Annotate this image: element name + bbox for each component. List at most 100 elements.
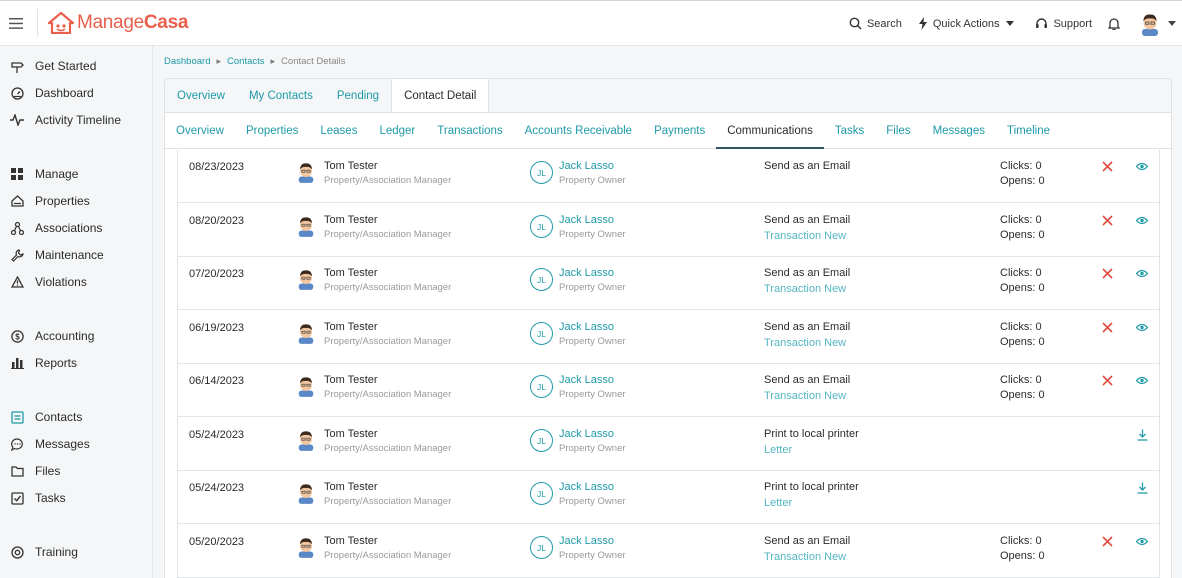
contact-name-link[interactable]: Jack Lasso <box>559 160 614 172</box>
sidebar-item-files[interactable]: Files <box>0 461 152 481</box>
top-bar: ManageCasa Search Quick Actions Support <box>0 0 1182 46</box>
headset-icon <box>1036 18 1048 28</box>
close-icon[interactable] <box>1100 320 1114 334</box>
user-menu-button[interactable] <box>1139 12 1176 36</box>
sidebar-item-violations[interactable]: Violations <box>0 272 152 292</box>
delivery-method: Send as an Email <box>764 374 851 386</box>
tab-messages[interactable]: Messages <box>922 113 996 148</box>
clicks-count: Clicks: 0 <box>1000 214 1042 226</box>
tab-transactions[interactable]: Transactions <box>426 113 513 148</box>
download-icon[interactable] <box>1135 481 1149 495</box>
sidebar-item-training[interactable]: Training <box>0 542 152 562</box>
contact-role: Property Owner <box>559 229 626 240</box>
sidebar-item-messages[interactable]: Messages <box>0 434 152 454</box>
tab-files[interactable]: Files <box>875 113 921 148</box>
quick-actions-button[interactable]: Quick Actions <box>918 17 1020 30</box>
tab-overview[interactable]: Overview <box>165 113 235 148</box>
tab-leases[interactable]: Leases <box>309 113 368 148</box>
tab-pending[interactable]: Pending <box>325 79 391 112</box>
avatar <box>296 161 316 186</box>
notifications-button[interactable] <box>1108 17 1125 30</box>
delivery-method: Print to local printer <box>764 428 859 440</box>
sender-role: Property/Association Manager <box>324 496 452 507</box>
eye-icon[interactable] <box>1135 159 1149 173</box>
sidebar-item-tasks[interactable]: Tasks <box>0 488 152 508</box>
sidebar-item-label: Get Started <box>35 59 97 73</box>
tab-contact-detail[interactable]: Contact Detail <box>391 79 490 113</box>
sidebar-item-reports[interactable]: Reports <box>0 353 152 373</box>
contact-name-link[interactable]: Jack Lasso <box>559 481 614 493</box>
avatar <box>296 215 316 240</box>
tab-overview[interactable]: Overview <box>165 79 237 112</box>
tab-ledger[interactable]: Ledger <box>368 113 426 148</box>
eye-icon[interactable] <box>1135 534 1149 548</box>
contacts-icon <box>10 410 24 424</box>
close-icon[interactable] <box>1100 266 1114 280</box>
sender-name: Tom Tester <box>324 321 378 333</box>
search-icon <box>849 17 862 30</box>
sidebar-item-manage[interactable]: Manage <box>0 164 152 184</box>
sidebar-item-get-started[interactable]: Get Started <box>0 56 152 76</box>
sender-name: Tom Tester <box>324 535 378 547</box>
sender-name: Tom Tester <box>324 481 378 493</box>
tab-timeline[interactable]: Timeline <box>996 113 1061 148</box>
sender-role: Property/Association Manager <box>324 550 452 561</box>
tab-accounts-receivable[interactable]: Accounts Receivable <box>514 113 643 148</box>
contact-role: Property Owner <box>559 443 626 454</box>
close-icon[interactable] <box>1100 159 1114 173</box>
contact-role: Property Owner <box>559 550 626 561</box>
eye-icon[interactable] <box>1135 266 1149 280</box>
tab-tasks[interactable]: Tasks <box>824 113 875 148</box>
sidebar-item-associations[interactable]: Associations <box>0 218 152 238</box>
communication-date: 08/23/2023 <box>189 161 245 173</box>
contact-name-link[interactable]: Jack Lasso <box>559 214 614 226</box>
tab-properties[interactable]: Properties <box>235 113 309 148</box>
sender-role: Property/Association Manager <box>324 229 452 240</box>
communication-subject: Transaction New <box>764 390 847 402</box>
download-icon[interactable] <box>1135 428 1149 442</box>
breadcrumb-dashboard[interactable]: Dashboard <box>164 56 210 67</box>
logo[interactable]: ManageCasa <box>48 12 188 34</box>
sidebar-item-activity-timeline[interactable]: Activity Timeline <box>0 110 152 130</box>
close-icon[interactable] <box>1100 213 1114 227</box>
sidebar-item-maintenance[interactable]: Maintenance <box>0 245 152 265</box>
communication-subject: Transaction New <box>764 551 847 563</box>
contact-name-link[interactable]: Jack Lasso <box>559 374 614 386</box>
breadcrumb-contacts[interactable]: Contacts <box>227 56 265 67</box>
tab-payments[interactable]: Payments <box>643 113 716 148</box>
eye-icon[interactable] <box>1135 213 1149 227</box>
contact-role: Property Owner <box>559 282 626 293</box>
logo-house-icon <box>48 12 74 34</box>
sidebar-item-properties[interactable]: Properties <box>0 191 152 211</box>
contact-name-link[interactable]: Jack Lasso <box>559 321 614 333</box>
contact-role: Property Owner <box>559 175 626 186</box>
tab-communications[interactable]: Communications <box>716 113 824 149</box>
sidebar-item-dashboard[interactable]: Dashboard <box>0 83 152 103</box>
menu-icon[interactable] <box>1 1 31 46</box>
delivery-method: Send as an Email <box>764 535 851 547</box>
eye-icon[interactable] <box>1135 373 1149 387</box>
quick-actions-label: Quick Actions <box>932 17 1000 30</box>
sender-role: Property/Association Manager <box>324 175 452 186</box>
contact-initials-badge: JL <box>530 375 553 398</box>
search-button[interactable]: Search <box>849 17 902 30</box>
list-item: 06/14/2023 Tom Tester Property/Associati… <box>178 363 1159 417</box>
contact-name-link[interactable]: Jack Lasso <box>559 428 614 440</box>
tab-my-contacts[interactable]: My Contacts <box>237 79 325 112</box>
pulse-icon <box>10 113 24 127</box>
avatar <box>296 536 316 561</box>
list-item: 05/24/2023 Tom Tester Property/Associati… <box>178 417 1159 471</box>
communications-list: 08/23/2023 Tom Tester Property/Associati… <box>177 150 1160 578</box>
sidebar-item-contacts[interactable]: Contacts <box>0 407 152 427</box>
sidebar-item-label: Accounting <box>35 329 95 343</box>
eye-icon[interactable] <box>1135 320 1149 334</box>
contact-name-link[interactable]: Jack Lasso <box>559 535 614 547</box>
sidebar-item-accounting[interactable]: $ Accounting <box>0 326 152 346</box>
sidebar-item-label: Dashboard <box>35 86 94 100</box>
close-icon[interactable] <box>1100 534 1114 548</box>
sender-role: Property/Association Manager <box>324 389 452 400</box>
contact-name-link[interactable]: Jack Lasso <box>559 267 614 279</box>
close-icon[interactable] <box>1100 373 1114 387</box>
support-button[interactable]: Support <box>1035 17 1092 30</box>
breadcrumb: Dashboard ▸ Contacts ▸ Contact Details <box>164 56 345 67</box>
